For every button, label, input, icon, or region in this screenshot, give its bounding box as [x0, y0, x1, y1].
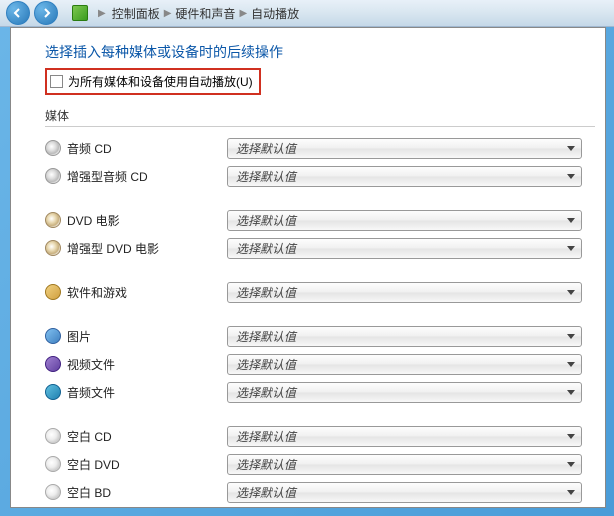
chevron-down-icon — [567, 362, 575, 367]
highlighted-option: 为所有媒体和设备使用自动播放(U) — [45, 68, 261, 95]
use-autoplay-checkbox[interactable] — [50, 75, 63, 88]
media-label: 增强型音频 CD — [67, 168, 227, 185]
titlebar: ▶ 控制面板 ▶ 硬件和声音 ▶ 自动播放 — [0, 0, 614, 27]
media-row-blank-dvd: 空白 DVD 选择默认值 — [45, 453, 605, 475]
nav-forward-button[interactable] — [34, 1, 58, 25]
media-row-blank-cd: 空白 CD 选择默认值 — [45, 425, 605, 447]
action-dropdown[interactable]: 选择默认值 — [227, 166, 582, 187]
chevron-right-icon: ▶ — [94, 8, 110, 19]
dropdown-value: 选择默认值 — [236, 168, 296, 185]
arrow-left-icon — [13, 8, 23, 18]
cd-icon — [45, 168, 61, 184]
action-dropdown[interactable]: 选择默认值 — [227, 382, 582, 403]
blank-disc-icon — [45, 484, 61, 500]
media-label: 图片 — [67, 328, 227, 345]
dropdown-value: 选择默认值 — [236, 284, 296, 301]
media-label: 视频文件 — [67, 356, 227, 373]
media-label: 空白 DVD — [67, 456, 227, 473]
media-label: 增强型 DVD 电影 — [67, 240, 227, 257]
chevron-down-icon — [567, 434, 575, 439]
blank-disc-icon — [45, 456, 61, 472]
use-autoplay-label: 为所有媒体和设备使用自动播放(U) — [68, 73, 253, 90]
media-label: 音频文件 — [67, 384, 227, 401]
blank-disc-icon — [45, 428, 61, 444]
section-header-media: 媒体 — [45, 107, 595, 127]
action-dropdown[interactable]: 选择默认值 — [227, 354, 582, 375]
media-row-audio-cd: 音频 CD 选择默认值 — [45, 137, 605, 159]
chevron-down-icon — [567, 218, 575, 223]
action-dropdown[interactable]: 选择默认值 — [227, 326, 582, 347]
chevron-right-icon: ▶ — [237, 8, 249, 19]
media-label: 软件和游戏 — [67, 284, 227, 301]
address-icon — [72, 5, 88, 21]
action-dropdown[interactable]: 选择默认值 — [227, 238, 582, 259]
media-label: 音频 CD — [67, 140, 227, 157]
picture-icon — [45, 328, 61, 344]
action-dropdown[interactable]: 选择默认值 — [227, 426, 582, 447]
dvd-icon — [45, 212, 61, 228]
media-label: 空白 BD — [67, 484, 227, 501]
action-dropdown[interactable]: 选择默认值 — [227, 282, 582, 303]
page-instruction: 选择插入每种媒体或设备时的后续操作 — [45, 42, 605, 62]
media-label: DVD 电影 — [67, 212, 227, 229]
breadcrumb: 控制面板 ▶ 硬件和声音 ▶ 自动播放 — [110, 5, 301, 22]
chevron-down-icon — [567, 174, 575, 179]
chevron-down-icon — [567, 490, 575, 495]
media-row-enhanced-dvd: 增强型 DVD 电影 选择默认值 — [45, 237, 605, 259]
dropdown-value: 选择默认值 — [236, 240, 296, 257]
media-row-blank-bd: 空白 BD 选择默认值 — [45, 481, 605, 503]
content-area: 选择插入每种媒体或设备时的后续操作 为所有媒体和设备使用自动播放(U) 媒体 音… — [10, 27, 606, 508]
breadcrumb-item[interactable]: 自动播放 — [249, 5, 301, 22]
action-dropdown[interactable]: 选择默认值 — [227, 210, 582, 231]
media-row-video-files: 视频文件 选择默认值 — [45, 353, 605, 375]
chevron-down-icon — [567, 462, 575, 467]
breadcrumb-item[interactable]: 硬件和声音 — [173, 5, 237, 22]
media-row-dvd-movie: DVD 电影 选择默认值 — [45, 209, 605, 231]
dropdown-value: 选择默认值 — [236, 428, 296, 445]
software-icon — [45, 284, 61, 300]
chevron-right-icon: ▶ — [162, 8, 174, 19]
media-label: 空白 CD — [67, 428, 227, 445]
breadcrumb-item[interactable]: 控制面板 — [110, 5, 162, 22]
dropdown-value: 选择默认值 — [236, 456, 296, 473]
media-row-enhanced-audio-cd: 增强型音频 CD 选择默认值 — [45, 165, 605, 187]
dropdown-value: 选择默认值 — [236, 356, 296, 373]
dropdown-value: 选择默认值 — [236, 328, 296, 345]
chevron-down-icon — [567, 290, 575, 295]
action-dropdown[interactable]: 选择默认值 — [227, 454, 582, 475]
chevron-down-icon — [567, 146, 575, 151]
dropdown-value: 选择默认值 — [236, 140, 296, 157]
dvd-icon — [45, 240, 61, 256]
chevron-down-icon — [567, 390, 575, 395]
media-row-audio-files: 音频文件 选择默认值 — [45, 381, 605, 403]
dropdown-value: 选择默认值 — [236, 484, 296, 501]
dropdown-value: 选择默认值 — [236, 212, 296, 229]
action-dropdown[interactable]: 选择默认值 — [227, 482, 582, 503]
cd-icon — [45, 140, 61, 156]
audio-icon — [45, 384, 61, 400]
action-dropdown[interactable]: 选择默认值 — [227, 138, 582, 159]
nav-back-button[interactable] — [6, 1, 30, 25]
media-row-pictures: 图片 选择默认值 — [45, 325, 605, 347]
chevron-down-icon — [567, 246, 575, 251]
arrow-right-icon — [41, 8, 51, 18]
video-icon — [45, 356, 61, 372]
dropdown-value: 选择默认值 — [236, 384, 296, 401]
media-row-software: 软件和游戏 选择默认值 — [45, 281, 605, 303]
chevron-down-icon — [567, 334, 575, 339]
